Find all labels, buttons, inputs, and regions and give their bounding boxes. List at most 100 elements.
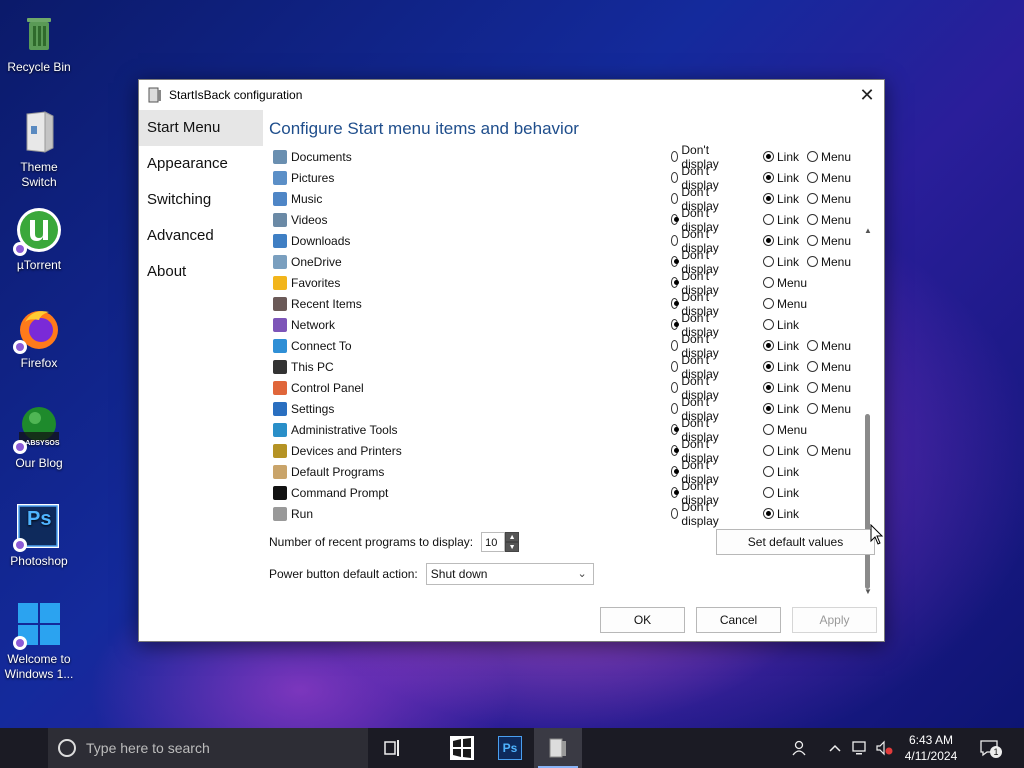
radio-button-icon[interactable] [807, 340, 818, 351]
option-menu-radio[interactable]: Menu [807, 255, 851, 269]
nav-advanced[interactable]: Advanced [139, 218, 263, 254]
radio-button-icon[interactable] [671, 508, 679, 519]
radio-button-icon[interactable] [671, 172, 679, 183]
taskbar-search-box[interactable]: Type here to search [48, 728, 368, 768]
option-menu-radio[interactable]: Menu [807, 171, 851, 185]
title-bar[interactable]: StartIsBack configuration ✕ [139, 80, 884, 110]
radio-button-icon[interactable] [807, 235, 818, 246]
radio-button-icon[interactable] [807, 151, 818, 162]
nav-appearance[interactable]: Appearance [139, 146, 263, 182]
radio-button-icon[interactable] [671, 319, 680, 330]
radio-button-icon[interactable] [763, 445, 774, 456]
radio-button-icon[interactable] [763, 508, 774, 519]
option-link-radio[interactable]: Link [763, 381, 799, 395]
apply-button[interactable]: Apply [792, 607, 877, 633]
cancel-button[interactable]: Cancel [696, 607, 781, 633]
radio-button-icon[interactable] [807, 382, 818, 393]
radio-button-icon[interactable] [763, 214, 774, 225]
radio-button-icon[interactable] [671, 298, 680, 309]
radio-button-icon[interactable] [671, 487, 680, 498]
radio-button-icon[interactable] [671, 403, 679, 414]
volume-muted-icon[interactable] [872, 728, 896, 768]
radio-button-icon[interactable] [763, 172, 774, 183]
radio-button-icon[interactable] [763, 403, 774, 414]
option-link-radio[interactable]: Link [763, 465, 799, 479]
desktop-icon-recycle-bin[interactable]: Recycle Bin [4, 8, 74, 75]
radio-button-icon[interactable] [807, 403, 818, 414]
radio-button-icon[interactable] [671, 424, 680, 435]
radio-button-icon[interactable] [763, 277, 774, 288]
desktop-icon-our-blog[interactable]: LABSYSOS Our Blog [4, 404, 74, 471]
radio-button-icon[interactable] [807, 193, 818, 204]
option-menu-radio[interactable]: Menu [807, 444, 851, 458]
radio-button-icon[interactable] [671, 277, 680, 288]
radio-button-icon[interactable] [763, 466, 774, 477]
taskbar-clock[interactable]: 6:43 AM 4/11/2024 [896, 732, 966, 764]
radio-button-icon[interactable] [807, 172, 818, 183]
option-menu-radio[interactable]: Menu [807, 192, 851, 206]
option-dont-radio[interactable]: Don't display [671, 500, 722, 528]
radio-button-icon[interactable] [763, 151, 774, 162]
taskbar-app-startisback-settings[interactable] [438, 728, 486, 768]
notification-center-icon[interactable]: 1 [974, 728, 1004, 768]
option-link-radio[interactable]: Link [763, 171, 799, 185]
radio-button-icon[interactable] [671, 151, 679, 162]
nav-switching[interactable]: Switching [139, 182, 263, 218]
task-view-button[interactable] [368, 728, 416, 768]
radio-button-icon[interactable] [763, 424, 774, 435]
search-input[interactable]: Type here to search [86, 740, 210, 756]
option-menu-radio[interactable]: Menu [763, 423, 807, 437]
ok-button[interactable]: OK [600, 607, 685, 633]
network-tray-icon[interactable] [848, 728, 872, 768]
radio-button-icon[interactable] [807, 361, 818, 372]
option-link-radio[interactable]: Link [763, 486, 799, 500]
radio-button-icon[interactable] [671, 340, 679, 351]
option-link-radio[interactable]: Link [763, 339, 799, 353]
close-icon[interactable]: ✕ [854, 82, 880, 108]
scroll-thumb[interactable] [865, 414, 870, 589]
radio-button-icon[interactable] [671, 382, 679, 393]
radio-button-icon[interactable] [763, 487, 774, 498]
spin-up-icon[interactable]: ▲ [505, 532, 520, 542]
radio-button-icon[interactable] [763, 382, 774, 393]
radio-button-icon[interactable] [671, 214, 680, 225]
option-menu-radio[interactable]: Menu [807, 234, 851, 248]
taskbar-app-startisback[interactable] [534, 728, 582, 768]
option-menu-radio[interactable]: Menu [763, 276, 807, 290]
radio-button-icon[interactable] [763, 193, 774, 204]
radio-button-icon[interactable] [671, 445, 680, 456]
option-link-radio[interactable]: Link [763, 507, 799, 521]
nav-start-menu[interactable]: Start Menu [139, 110, 263, 146]
desktop-icon-theme-switch[interactable]: Theme Switch [4, 108, 74, 190]
radio-button-icon[interactable] [671, 361, 679, 372]
radio-button-icon[interactable] [807, 256, 818, 267]
radio-button-icon[interactable] [763, 256, 774, 267]
radio-button-icon[interactable] [807, 445, 818, 456]
option-link-radio[interactable]: Link [763, 444, 799, 458]
radio-button-icon[interactable] [807, 214, 818, 225]
option-link-radio[interactable]: Link [763, 213, 799, 227]
option-link-radio[interactable]: Link [763, 150, 799, 164]
option-link-radio[interactable]: Link [763, 402, 799, 416]
option-link-radio[interactable]: Link [763, 234, 799, 248]
people-icon[interactable] [786, 728, 814, 768]
scroll-up-icon[interactable]: ▲ [861, 225, 875, 237]
option-menu-radio[interactable]: Menu [807, 381, 851, 395]
set-default-values-button[interactable]: Set default values [716, 529, 875, 555]
radio-button-icon[interactable] [763, 361, 774, 372]
option-menu-radio[interactable]: Menu [807, 339, 851, 353]
option-menu-radio[interactable]: Menu [807, 402, 851, 416]
radio-button-icon[interactable] [763, 235, 774, 246]
option-menu-radio[interactable]: Menu [807, 360, 851, 374]
desktop-icon-welcome-windows[interactable]: Welcome to Windows 1... [4, 600, 74, 682]
recent-programs-input[interactable]: 10 [481, 532, 506, 552]
desktop-icon-firefox[interactable]: Firefox [4, 304, 74, 371]
radio-button-icon[interactable] [763, 319, 774, 330]
chevron-up-icon[interactable] [824, 728, 846, 768]
radio-button-icon[interactable] [671, 466, 680, 477]
option-link-radio[interactable]: Link [763, 192, 799, 206]
option-menu-radio[interactable]: Menu [807, 150, 851, 164]
radio-button-icon[interactable] [763, 298, 774, 309]
desktop-icon-utorrent[interactable]: µTorrent [4, 206, 74, 273]
option-link-radio[interactable]: Link [763, 318, 799, 332]
